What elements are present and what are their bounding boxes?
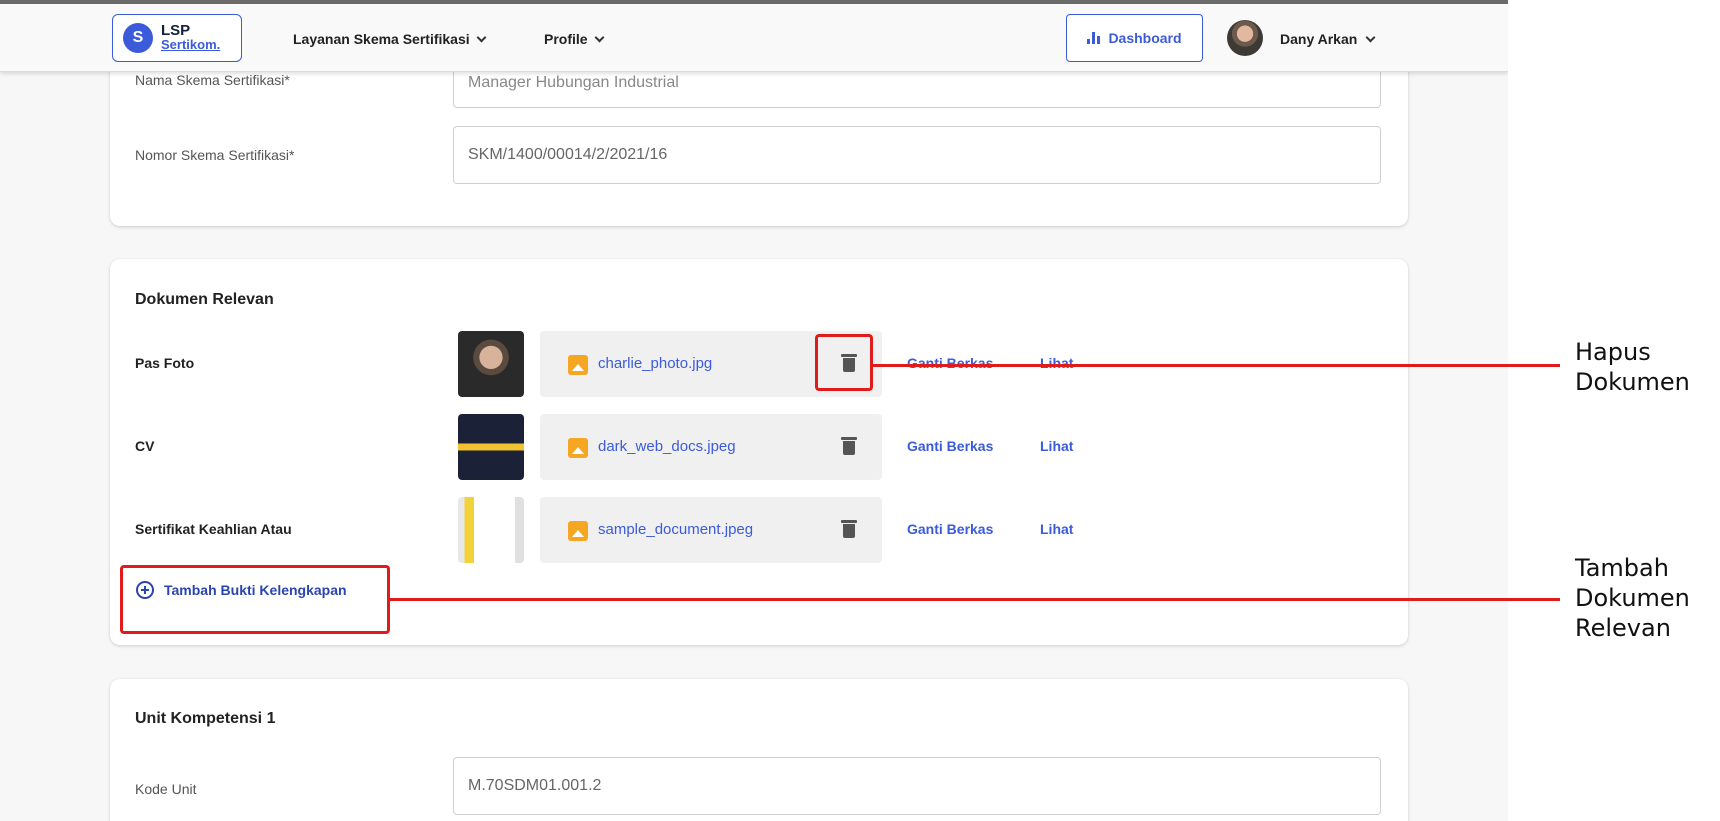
scheme-number-label: Nomor Skema Sertifikasi* bbox=[135, 147, 295, 163]
top-navbar: S LSP Sertikom. Layanan Skema Sertifikas… bbox=[0, 4, 1508, 72]
trash-icon[interactable] bbox=[841, 520, 857, 538]
chevron-down-icon bbox=[594, 32, 605, 42]
delete-callout-line2: Dokumen bbox=[1575, 368, 1690, 396]
add-callout-line2: Dokumen bbox=[1575, 584, 1690, 612]
file-name[interactable]: sample_document.jpeg bbox=[598, 521, 753, 538]
bar-chart-icon bbox=[1087, 32, 1101, 44]
scheme-number-field[interactable]: SKM/1400/00014/2/2021/16 bbox=[453, 126, 1381, 184]
user-name: Dany Arkan bbox=[1280, 31, 1358, 47]
replace-file-link[interactable]: Ganti Berkas bbox=[907, 355, 993, 371]
app-window: S LSP Sertikom. Layanan Skema Sertifikas… bbox=[0, 0, 1508, 821]
scheme-name-value: Manager Hubungan Industrial bbox=[468, 74, 679, 91]
unit-code-value: M.70SDM01.001.2 bbox=[468, 777, 602, 794]
image-file-icon bbox=[568, 355, 588, 375]
dashboard-button[interactable]: Dashboard bbox=[1066, 14, 1203, 62]
delete-callout-line bbox=[873, 364, 1560, 367]
unit-code-label: Kode Unit bbox=[135, 781, 197, 797]
nav-profile-label: Profile bbox=[544, 31, 588, 47]
add-callout-line1: Tambah bbox=[1575, 554, 1669, 582]
add-callout-text: Tambah Dokumen Relevan bbox=[1575, 553, 1690, 643]
cv-thumbnail[interactable] bbox=[458, 414, 524, 480]
logo-line1: LSP bbox=[161, 22, 191, 39]
unit-card: Unit Kompetensi 1 Kode Unit M.70SDM01.00… bbox=[110, 679, 1408, 821]
chevron-down-icon bbox=[476, 32, 487, 42]
delete-highlight-box bbox=[815, 334, 873, 391]
replace-file-link[interactable]: Ganti Berkas bbox=[907, 521, 993, 537]
trash-icon[interactable] bbox=[841, 437, 857, 455]
file-name[interactable]: dark_web_docs.jpeg bbox=[598, 438, 736, 455]
add-callout-line bbox=[390, 598, 1560, 601]
replace-file-link[interactable]: Ganti Berkas bbox=[907, 438, 993, 454]
add-callout-line3: Relevan bbox=[1575, 614, 1671, 642]
unit-code-field[interactable]: M.70SDM01.001.2 bbox=[453, 757, 1381, 815]
image-file-icon bbox=[568, 438, 588, 458]
certificate-thumbnail[interactable] bbox=[458, 497, 524, 563]
logo-text: LSP Sertikom. bbox=[161, 22, 221, 52]
logo-line2: Sertikom. bbox=[161, 37, 221, 52]
unit-title: Unit Kompetensi 1 bbox=[135, 710, 276, 727]
documents-title: Dokumen Relevan bbox=[135, 291, 274, 308]
delete-callout-text: Hapus Dokumen bbox=[1575, 337, 1690, 397]
file-name[interactable]: charlie_photo.jpg bbox=[598, 355, 712, 372]
add-highlight-box bbox=[120, 565, 390, 634]
nav-profile[interactable]: Profile bbox=[544, 31, 605, 47]
image-file-icon bbox=[568, 521, 588, 541]
view-file-link[interactable]: Lihat bbox=[1040, 355, 1073, 371]
photo-thumbnail[interactable] bbox=[458, 331, 524, 397]
delete-callout-line1: Hapus bbox=[1575, 338, 1651, 366]
scheme-name-label: Nama Skema Sertifikasi* bbox=[135, 72, 290, 88]
nav-layanan-skema[interactable]: Layanan Skema Sertifikasi bbox=[293, 31, 487, 47]
document-label-pas-foto: Pas Foto bbox=[135, 355, 195, 371]
nav-layanan-label: Layanan Skema Sertifikasi bbox=[293, 31, 470, 47]
file-box: sample_document.jpeg bbox=[540, 497, 882, 563]
chevron-down-icon bbox=[1365, 32, 1376, 42]
view-file-link[interactable]: Lihat bbox=[1040, 521, 1073, 537]
brand-logo[interactable]: S LSP Sertikom. bbox=[112, 14, 242, 62]
logo-icon: S bbox=[123, 23, 153, 53]
avatar[interactable] bbox=[1227, 20, 1263, 56]
dashboard-label: Dashboard bbox=[1108, 30, 1182, 46]
view-file-link[interactable]: Lihat bbox=[1040, 438, 1073, 454]
document-label-sertifikat: Sertifikat Keahlian Atau bbox=[135, 521, 292, 537]
scheme-number-value: SKM/1400/00014/2/2021/16 bbox=[468, 146, 668, 163]
file-box: dark_web_docs.jpeg bbox=[540, 414, 882, 480]
document-label-cv: CV bbox=[135, 438, 155, 454]
user-menu[interactable]: Dany Arkan bbox=[1280, 31, 1376, 47]
